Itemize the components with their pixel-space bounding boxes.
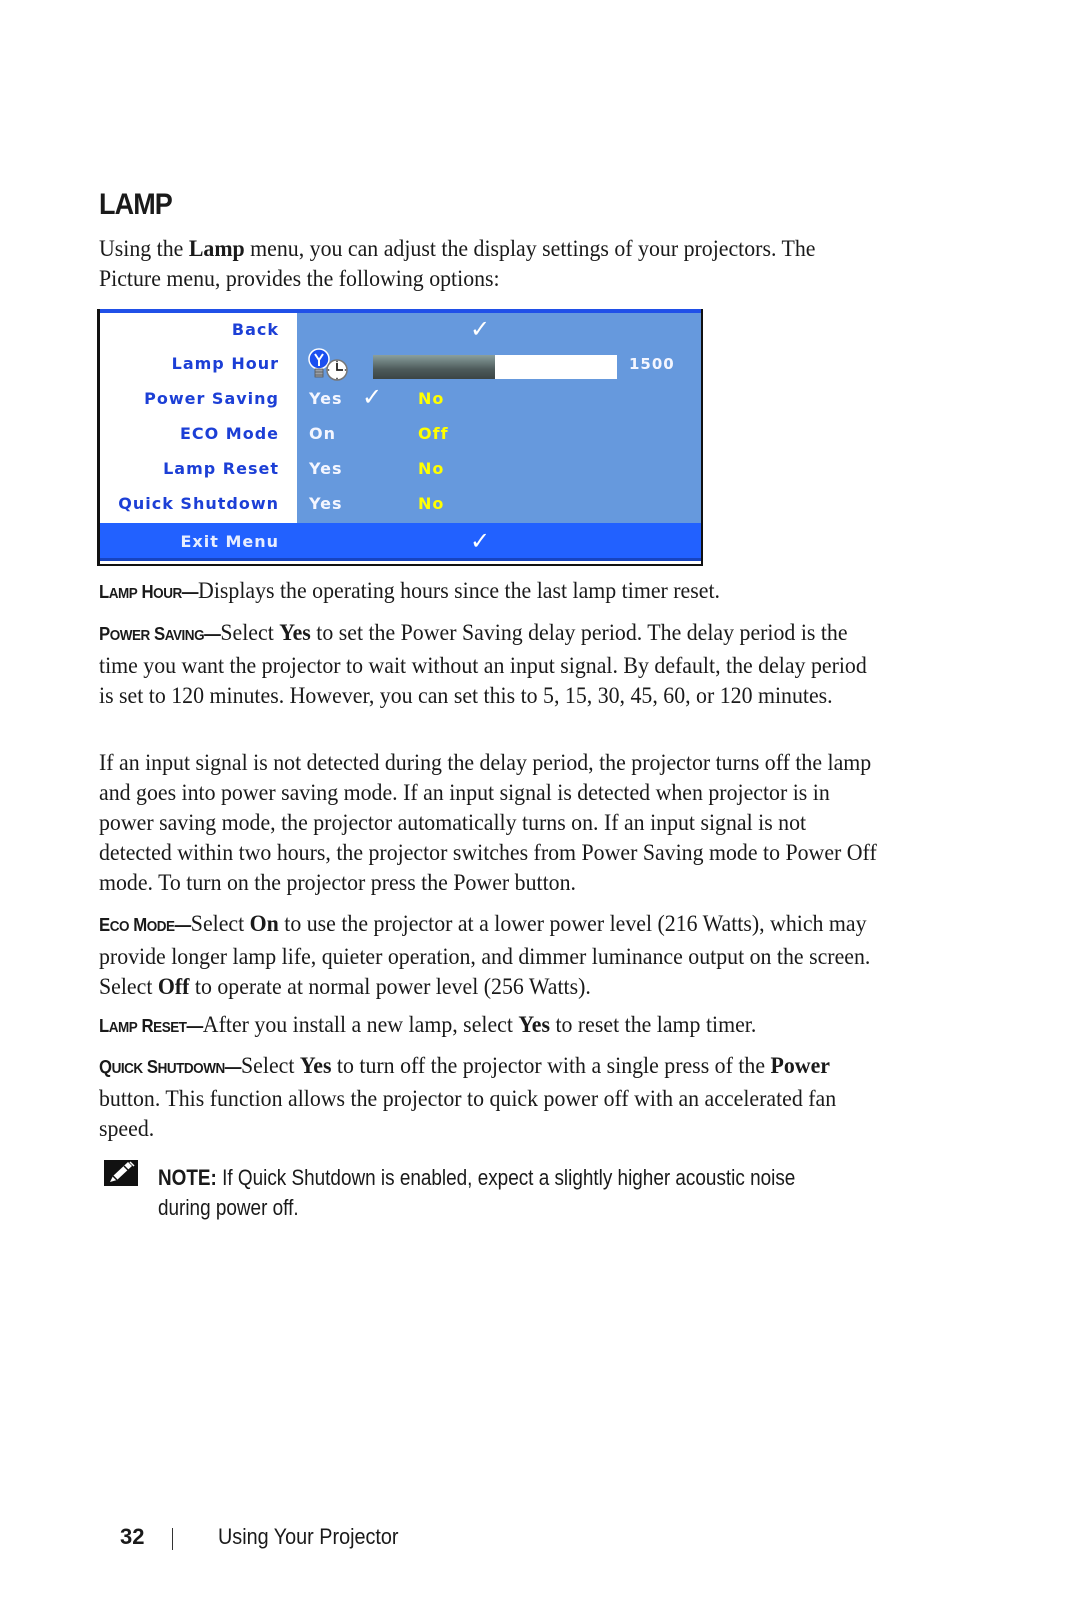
note-callout: NOTE: If Quick Shutdown is enabled, expe… bbox=[158, 1163, 846, 1223]
intro-text: Using the bbox=[99, 236, 189, 262]
option-yes[interactable]: Yes bbox=[309, 459, 343, 478]
option-on[interactable]: On bbox=[309, 424, 336, 443]
check-icon: ✓ bbox=[470, 315, 491, 343]
intro-paragraph: Using the Lamp menu, you can adjust the … bbox=[99, 234, 880, 294]
note-pencil-icon bbox=[104, 1160, 138, 1186]
osd-row-back[interactable]: Back ✓ bbox=[100, 313, 701, 348]
osd-row-quick-shutdown[interactable]: Quick Shutdown Yes No bbox=[100, 487, 701, 522]
desc-lamp-reset: LAMP RESET—After you install a new lamp,… bbox=[99, 1012, 757, 1038]
note-label: NOTE: bbox=[158, 1165, 217, 1190]
osd-bottom-border bbox=[100, 558, 701, 561]
lamp-hour-bar bbox=[373, 355, 617, 379]
check-icon: ✓ bbox=[362, 383, 383, 411]
desc-term: QUICK SHUTDOWN— bbox=[99, 1057, 242, 1077]
desc-term: POWER SAVING— bbox=[99, 624, 221, 644]
desc-lamp-hour: LAMP HOUR—Displays the operating hours s… bbox=[99, 576, 880, 609]
desc-eco-mode: ECO MODE—Select On to use the projector … bbox=[99, 911, 871, 1000]
check-icon: ✓ bbox=[470, 527, 491, 555]
option-yes[interactable]: Yes bbox=[309, 389, 343, 408]
desc-signal-paragraph: If an input signal is not detected durin… bbox=[99, 750, 877, 896]
osd-lamp-menu: Back ✓ Lamp Hour 1500 Power Saving Yes ✓… bbox=[97, 309, 703, 566]
osd-label-lamp-hour: Lamp Hour bbox=[171, 354, 279, 373]
section-title: LAMP bbox=[99, 188, 173, 221]
osd-row-lamp-reset[interactable]: Lamp Reset Yes No bbox=[100, 452, 701, 487]
option-off[interactable]: Off bbox=[418, 424, 449, 443]
osd-label-exit-menu: Exit Menu bbox=[180, 532, 279, 551]
desc-term: LAMP HOUR— bbox=[99, 582, 199, 602]
osd-row-lamp-hour[interactable]: Lamp Hour 1500 bbox=[100, 347, 701, 382]
option-no[interactable]: No bbox=[418, 494, 444, 513]
lamp-hour-bar-fill bbox=[373, 355, 495, 379]
osd-row-power-saving[interactable]: Power Saving Yes ✓ No bbox=[100, 382, 701, 417]
footer-chapter-title: Using Your Projector bbox=[218, 1524, 399, 1549]
osd-label-quick-shutdown: Quick Shutdown bbox=[118, 494, 279, 513]
desc-text: Displays the operating hours since the l… bbox=[198, 578, 720, 604]
osd-row-eco-mode[interactable]: ECO Mode On Off bbox=[100, 417, 701, 452]
note-text: If Quick Shutdown is enabled, expect a s… bbox=[158, 1165, 796, 1220]
osd-label-power-saving: Power Saving bbox=[144, 389, 279, 408]
osd-label-eco-mode: ECO Mode bbox=[179, 424, 279, 443]
page-number: 32 bbox=[120, 1524, 145, 1549]
desc-term: ECO MODE— bbox=[99, 915, 191, 935]
desc-term: LAMP RESET— bbox=[99, 1016, 203, 1036]
desc-quick-shutdown: QUICK SHUTDOWN—Select Yes to turn off th… bbox=[99, 1053, 837, 1142]
osd-label-back: Back bbox=[231, 320, 279, 339]
desc-power-saving: POWER SAVING—Select Yes to set the Power… bbox=[99, 620, 867, 709]
footer-separator bbox=[172, 1528, 173, 1550]
osd-label-lamp-reset: Lamp Reset bbox=[163, 459, 279, 478]
osd-row-exit-menu[interactable]: Exit Menu ✓ bbox=[100, 523, 701, 561]
lamp-hour-value: 1500 bbox=[629, 355, 675, 373]
option-no[interactable]: No bbox=[418, 389, 444, 408]
option-yes[interactable]: Yes bbox=[309, 494, 343, 513]
lamp-clock-icon bbox=[308, 348, 348, 381]
intro-keyword: Lamp bbox=[188, 236, 245, 262]
option-no[interactable]: No bbox=[418, 459, 444, 478]
